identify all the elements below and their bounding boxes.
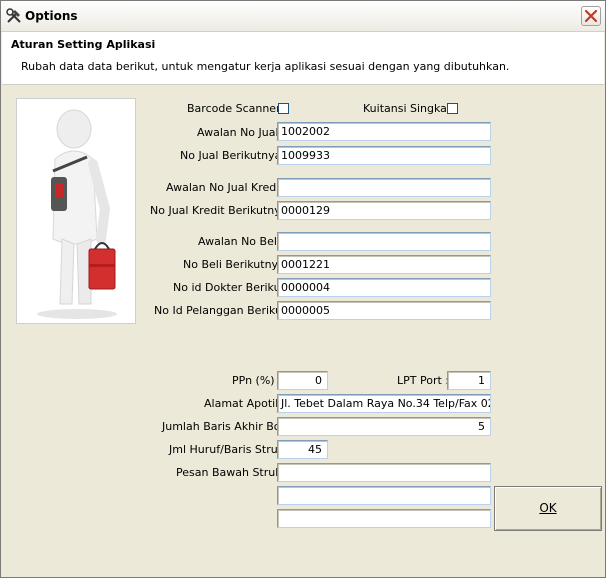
kuitansi-singkat-label: Kuitansi Singkat : <box>363 102 459 115</box>
close-button[interactable] <box>581 6 601 26</box>
no-jual-kredit-berikutnya-label: No Jual Kredit Berikutnya : <box>150 204 295 217</box>
window-title: Options <box>25 9 78 23</box>
jml-huruf-field[interactable]: 45 <box>277 440 328 459</box>
title-bar[interactable]: Options <box>1 1 605 32</box>
header-title: Aturan Setting Aplikasi <box>11 38 156 51</box>
person-with-toolbox-icon <box>37 109 117 319</box>
no-id-pelanggan-field[interactable]: 0000005 <box>277 301 491 320</box>
jumlah-baris-field[interactable]: 5 <box>277 417 491 436</box>
close-icon <box>585 10 597 22</box>
no-id-pelanggan-label: No Id Pelanggan Berikut : <box>154 304 294 317</box>
ppn-field[interactable]: 0 <box>277 371 328 390</box>
ppn-label: PPn (%) : <box>232 374 282 387</box>
no-id-dokter-label: No id Dokter Berikut : <box>173 281 293 294</box>
barcode-scanner-label: Barcode Scanner : <box>187 102 288 115</box>
no-jual-berikutnya-label: No Jual Berikutnya : <box>180 149 289 162</box>
header-subtitle: Rubah data data berikut, untuk mengatur … <box>21 60 510 73</box>
kuitansi-singkat-checkbox[interactable] <box>447 103 458 114</box>
no-id-dokter-field[interactable]: 0000004 <box>277 278 491 297</box>
pesan-bawah-field-2[interactable] <box>277 486 491 505</box>
options-window: Options Aturan Setting Aplikasi Rubah da… <box>0 0 606 578</box>
awalan-no-beli-label: Awalan No Beli : <box>198 235 288 248</box>
awalan-no-jual-label: Awalan No Jual : <box>197 126 286 139</box>
awalan-no-jual-kredit-label: Awalan No Jual Kredit : <box>166 181 291 194</box>
lpt-port-field[interactable]: 1 <box>447 371 491 390</box>
awalan-no-beli-field[interactable] <box>277 232 491 251</box>
ok-button-label: OK <box>539 501 557 515</box>
pesan-bawah-field-3[interactable] <box>277 509 491 528</box>
no-beli-berikutnya-label: No Beli Berikutnya : <box>183 258 293 271</box>
jml-huruf-label: Jml Huruf/Baris Struk : <box>169 443 292 456</box>
awalan-no-jual-kredit-field[interactable] <box>277 178 491 197</box>
no-jual-berikutnya-field[interactable]: 1009933 <box>277 146 491 165</box>
lpt-port-label: LPT Port : <box>397 374 449 387</box>
alamat-apotik-field[interactable]: Jl. Tebet Dalam Raya No.34 Telp/Fax 021- <box>277 394 491 413</box>
ok-button[interactable]: OK <box>494 486 602 531</box>
pesan-bawah-field-1[interactable] <box>277 463 491 482</box>
no-beli-berikutnya-field[interactable]: 0001221 <box>277 255 491 274</box>
header-panel: Aturan Setting Aplikasi Rubah data data … <box>2 32 604 85</box>
illustration-image <box>16 98 136 324</box>
no-jual-kredit-berikutnya-field[interactable]: 0000129 <box>277 201 491 220</box>
jumlah-baris-label: Jumlah Baris Akhir Bon : <box>162 420 295 433</box>
awalan-no-jual-field[interactable]: 1002002 <box>277 122 491 141</box>
pesan-bawah-label: Pesan Bawah Struk : <box>176 466 289 479</box>
barcode-scanner-checkbox[interactable] <box>278 103 289 114</box>
tools-icon <box>6 8 21 23</box>
